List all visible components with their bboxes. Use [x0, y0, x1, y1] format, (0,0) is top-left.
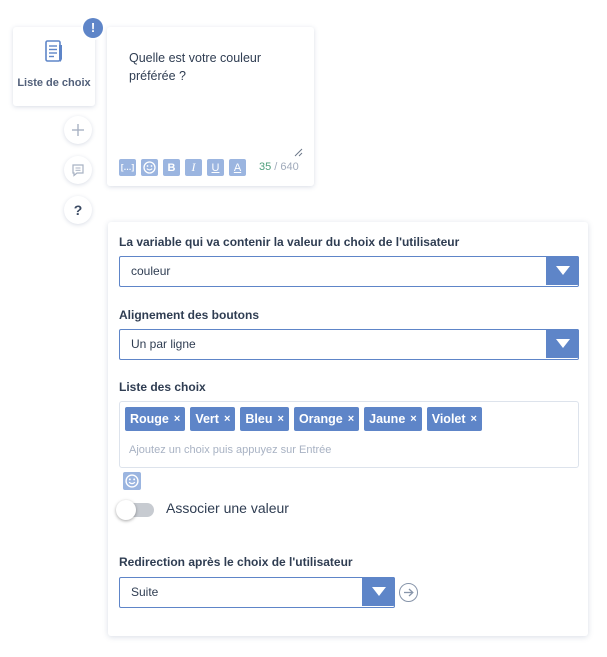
go-to-target-button[interactable]: [399, 583, 418, 602]
choice-tag-label: Jaune: [369, 412, 406, 426]
alignment-label: Alignement des boutons: [119, 308, 260, 322]
choices-emoji-button[interactable]: [123, 472, 141, 490]
warning-badge[interactable]: !: [83, 18, 103, 38]
choices-label: Liste des choix: [119, 380, 206, 394]
remove-choice-icon[interactable]: ×: [174, 413, 180, 425]
variable-select-value: couleur: [131, 264, 171, 278]
choices-tag-list: Rouge × Vert × Bleu × Orange × Jaune × Violet…: [125, 407, 482, 431]
remove-choice-icon[interactable]: ×: [471, 413, 477, 425]
choice-tag-label: Violet: [431, 412, 466, 426]
smiley-icon: [143, 161, 156, 174]
choice-tag: Rouge ×: [125, 407, 186, 431]
list-document-icon: [45, 40, 62, 62]
add-block-button[interactable]: [64, 116, 92, 144]
remove-choice-icon[interactable]: ×: [410, 413, 416, 425]
redirect-select-value: Suite: [131, 585, 159, 599]
message-card[interactable]: Quelle est votre couleur préférée ? […] …: [107, 27, 314, 186]
char-counter: 35 / 640: [259, 161, 299, 173]
choice-tag: Vert ×: [190, 407, 236, 431]
caret-down-icon: [555, 266, 570, 275]
arrow-right-icon: [404, 588, 414, 597]
choice-tag: Bleu ×: [240, 407, 289, 431]
emoji-button[interactable]: [141, 159, 158, 176]
char-count-max: 640: [280, 161, 299, 173]
plus-icon: [72, 124, 84, 136]
text-color-button[interactable]: A: [229, 159, 246, 176]
text-color-icon: A: [233, 161, 242, 174]
add-choice-input[interactable]: [129, 444, 429, 456]
alignment-select[interactable]: Un par ligne: [119, 329, 579, 360]
caret-down-icon: [555, 339, 570, 348]
choice-tag-label: Rouge: [130, 412, 169, 426]
variable-select[interactable]: couleur: [119, 256, 579, 287]
node-label: Liste de choix: [17, 77, 91, 89]
node-card-liste-de-choix[interactable]: Liste de choix: [13, 27, 95, 106]
choice-settings-panel: La variable qui va contenir la valeur du…: [108, 222, 588, 636]
help-button[interactable]: ?: [64, 196, 92, 224]
choices-tag-input[interactable]: Rouge × Vert × Bleu × Orange × Jaune × Violet…: [119, 401, 579, 468]
choice-tag-label: Orange: [298, 412, 343, 426]
bold-icon: B: [167, 161, 176, 174]
alignment-select-value: Un par ligne: [131, 337, 196, 351]
formatting-toolbar: […] B I U A: [119, 159, 246, 177]
chat-bubble-icon: [72, 164, 84, 177]
resize-handle-icon[interactable]: [293, 147, 303, 157]
underline-icon: U: [211, 161, 220, 174]
alignment-select-toggle[interactable]: [546, 329, 579, 358]
bold-button[interactable]: B: [163, 159, 180, 176]
choice-tag: Orange ×: [293, 407, 360, 431]
add-message-button[interactable]: [64, 156, 92, 184]
choice-tag-label: Bleu: [245, 412, 273, 426]
italic-icon: I: [191, 160, 196, 174]
variable-label: La variable qui va contenir la valeur du…: [119, 235, 460, 249]
message-text[interactable]: Quelle est votre couleur préférée ?: [129, 49, 299, 85]
variable-button[interactable]: […]: [119, 159, 136, 176]
toggle-knob: [116, 500, 136, 520]
caret-down-icon: [371, 587, 386, 596]
char-count-current: 35: [259, 161, 272, 173]
associate-value-label: Associer une valeur: [166, 500, 289, 516]
redirect-select-toggle[interactable]: [362, 577, 395, 606]
redirect-label: Redirection après le choix de l'utilisat…: [119, 555, 353, 569]
question-mark-icon: ?: [73, 202, 83, 218]
remove-choice-icon[interactable]: ×: [348, 413, 354, 425]
choice-tag: Violet ×: [426, 407, 482, 431]
italic-button[interactable]: I: [185, 159, 202, 176]
variable-select-toggle[interactable]: [546, 256, 579, 285]
redirect-select[interactable]: Suite: [119, 577, 395, 608]
remove-choice-icon[interactable]: ×: [278, 413, 284, 425]
variable-brackets-icon: […]: [120, 163, 135, 172]
remove-choice-icon[interactable]: ×: [224, 413, 230, 425]
smiley-icon: [125, 474, 139, 488]
choice-tag: Jaune ×: [364, 407, 422, 431]
choice-tag-label: Vert: [195, 412, 219, 426]
associate-value-toggle[interactable]: [116, 500, 154, 520]
underline-button[interactable]: U: [207, 159, 224, 176]
